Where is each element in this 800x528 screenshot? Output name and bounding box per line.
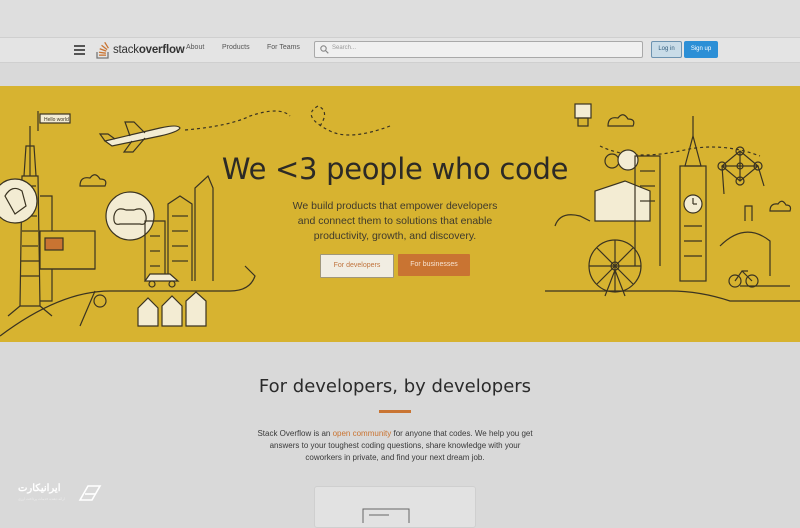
bicycle-icon <box>728 270 759 288</box>
logo-text: stackoverflow <box>113 44 185 56</box>
feature-card <box>314 486 476 528</box>
search-input[interactable]: Search... <box>314 41 643 58</box>
airplane-icon <box>98 121 181 153</box>
houses-icon <box>137 291 207 327</box>
clock-tower-icon <box>679 116 707 282</box>
hero-title: We <3 people who code <box>221 152 569 186</box>
hero-subtitle: We build products that empower developer… <box>292 200 498 242</box>
nav-products[interactable]: Products <box>222 44 250 51</box>
open-community-link[interactable]: open community <box>333 429 392 438</box>
ferris-wheel-icon <box>588 239 642 297</box>
search-placeholder: Search... <box>332 45 357 51</box>
gamepad-icon <box>105 191 155 241</box>
flag-text: Hello world <box>44 117 69 123</box>
logo-text-overflow: overflow <box>138 44 185 56</box>
menu-icon[interactable] <box>74 45 85 55</box>
for-developers-button[interactable]: For developers <box>320 254 394 278</box>
nav-for-teams[interactable]: For Teams <box>267 44 300 51</box>
for-businesses-button[interactable]: For businesses <box>398 254 470 276</box>
logo-text-stack: stack <box>113 44 139 56</box>
section-title: For developers, by developers <box>258 376 532 397</box>
section-text: Stack Overflow is an open community for … <box>254 428 536 464</box>
top-navbar: stackoverflow About Products For Teams S… <box>0 37 800 63</box>
robot-icon <box>574 103 592 127</box>
buildings-icon <box>144 174 214 281</box>
bridge-icon <box>719 231 771 276</box>
watermark-logo: ایرانیکارت ارائه دهنده خدمات پرداخت ارزی <box>8 480 103 506</box>
car-icon <box>143 273 180 282</box>
stackoverflow-logo[interactable]: stackoverflow <box>96 41 185 59</box>
section-text-part1: Stack Overflow is an <box>257 429 333 438</box>
section-divider <box>379 410 411 413</box>
document-icon <box>362 508 410 523</box>
browser-top-area <box>0 0 800 37</box>
login-button[interactable]: Log in <box>651 41 682 58</box>
stack-logo-icon <box>96 41 109 59</box>
nav-about[interactable]: About <box>186 44 204 51</box>
watermark-text: ایرانیکارت <box>18 483 61 494</box>
watermark-subtext: ارائه دهنده خدمات پرداخت ارزی <box>18 497 65 501</box>
signup-button[interactable]: Sign up <box>684 41 718 58</box>
watermark-icon <box>78 485 102 501</box>
search-icon <box>320 45 329 54</box>
ball-icon <box>93 294 107 308</box>
hero-banner: Hello world We <3 people who code We bui… <box>0 86 800 342</box>
